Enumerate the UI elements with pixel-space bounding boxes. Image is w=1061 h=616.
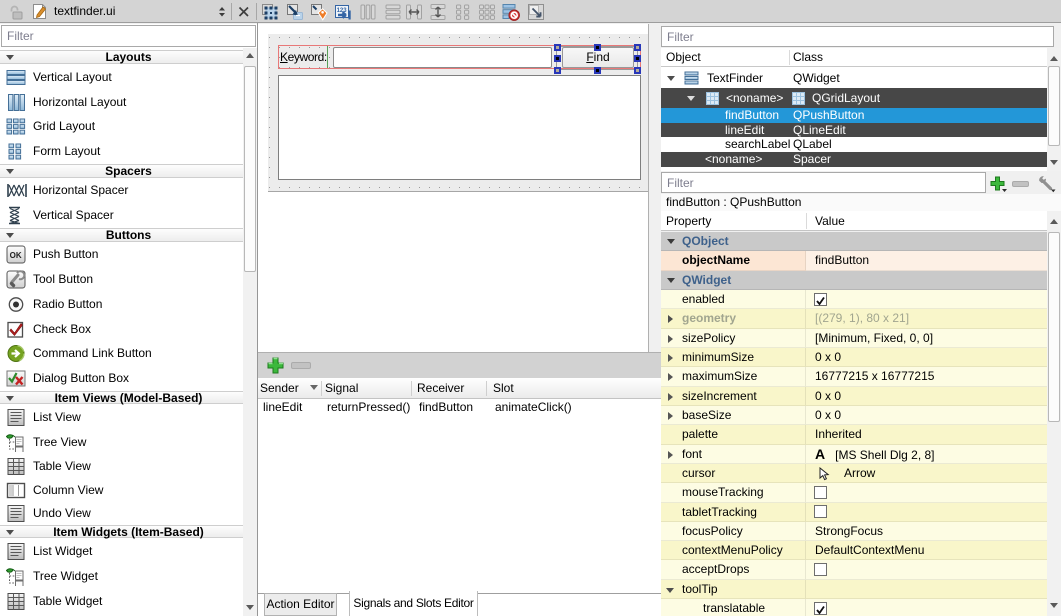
svg-text:OK: OK bbox=[10, 251, 22, 260]
